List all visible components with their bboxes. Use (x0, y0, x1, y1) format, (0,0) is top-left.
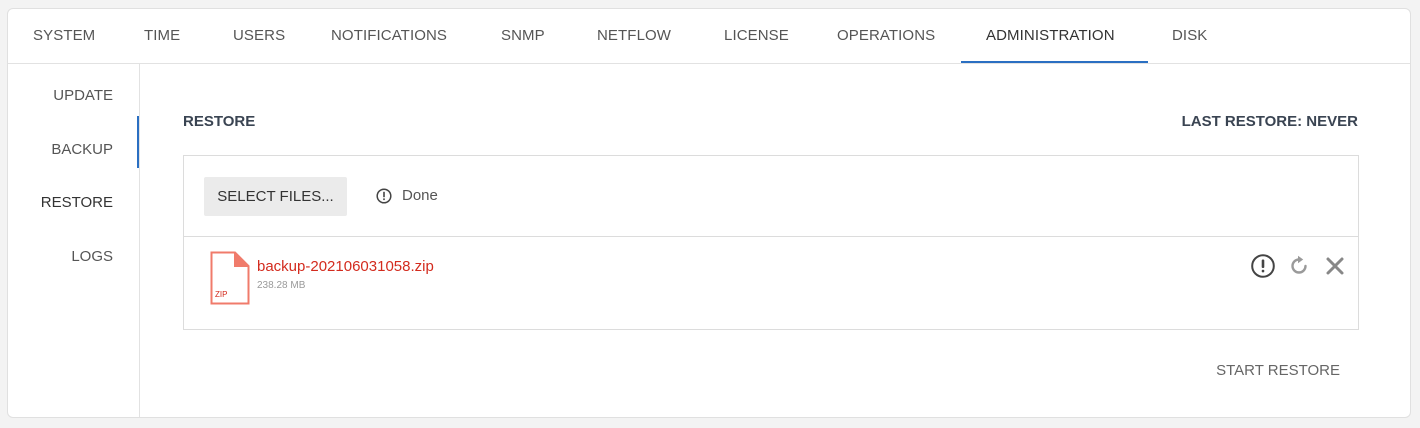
retry-icon[interactable] (1286, 253, 1312, 284)
info-circle-icon (376, 187, 392, 204)
sidebar-item-update[interactable]: UPDATE (53, 87, 113, 104)
tab-users[interactable]: USERS (233, 9, 285, 64)
tab-notifications[interactable]: NOTIFICATIONS (331, 9, 447, 64)
tab-snmp[interactable]: SNMP (501, 9, 545, 64)
settings-panel: SYSTEM TIME USERS NOTIFICATIONS SNMP NET… (7, 8, 1411, 418)
tab-operations[interactable]: OPERATIONS (837, 9, 935, 64)
tab-time[interactable]: TIME (144, 9, 180, 64)
tab-system[interactable]: SYSTEM (33, 9, 95, 64)
active-sidebar-indicator (137, 116, 139, 168)
file-actions (1240, 253, 1348, 284)
file-size: 238.28 MB (257, 280, 306, 291)
file-name: backup-202106031058.zip (257, 258, 434, 275)
tab-disk[interactable]: DISK (1172, 9, 1207, 64)
file-list-item: ZIP backup-202106031058.zip 238.28 MB (184, 237, 1358, 330)
zip-label: ZIP (215, 290, 227, 299)
upload-status-text: Done (402, 187, 438, 204)
active-tab-indicator (961, 61, 1148, 63)
upload-toolbar: SELECT FILES... Done (184, 156, 1358, 237)
remove-icon[interactable] (1322, 253, 1348, 284)
section-title: RESTORE (183, 113, 256, 130)
tab-license[interactable]: LICENSE (724, 9, 789, 64)
tab-administration[interactable]: ADMINISTRATION (986, 9, 1115, 64)
last-restore-status: LAST RESTORE: NEVER (1181, 113, 1358, 130)
warning-icon[interactable] (1250, 253, 1276, 284)
zip-file-icon: ZIP (210, 251, 250, 305)
tab-netflow[interactable]: NETFLOW (597, 9, 671, 64)
upload-status: Done (376, 187, 438, 204)
sidebar-item-logs[interactable]: LOGS (71, 248, 113, 265)
top-tab-bar: SYSTEM TIME USERS NOTIFICATIONS SNMP NET… (8, 9, 1410, 64)
start-restore-button[interactable]: START RESTORE (1216, 362, 1340, 379)
sidebar-item-backup[interactable]: BACKUP (51, 141, 113, 158)
select-files-button[interactable]: SELECT FILES... (204, 177, 347, 216)
sidebar-item-restore[interactable]: RESTORE (41, 194, 113, 211)
sidebar: UPDATE BACKUP RESTORE LOGS (8, 64, 140, 417)
file-upload: SELECT FILES... Done ZIP backup-20210603… (183, 155, 1359, 330)
